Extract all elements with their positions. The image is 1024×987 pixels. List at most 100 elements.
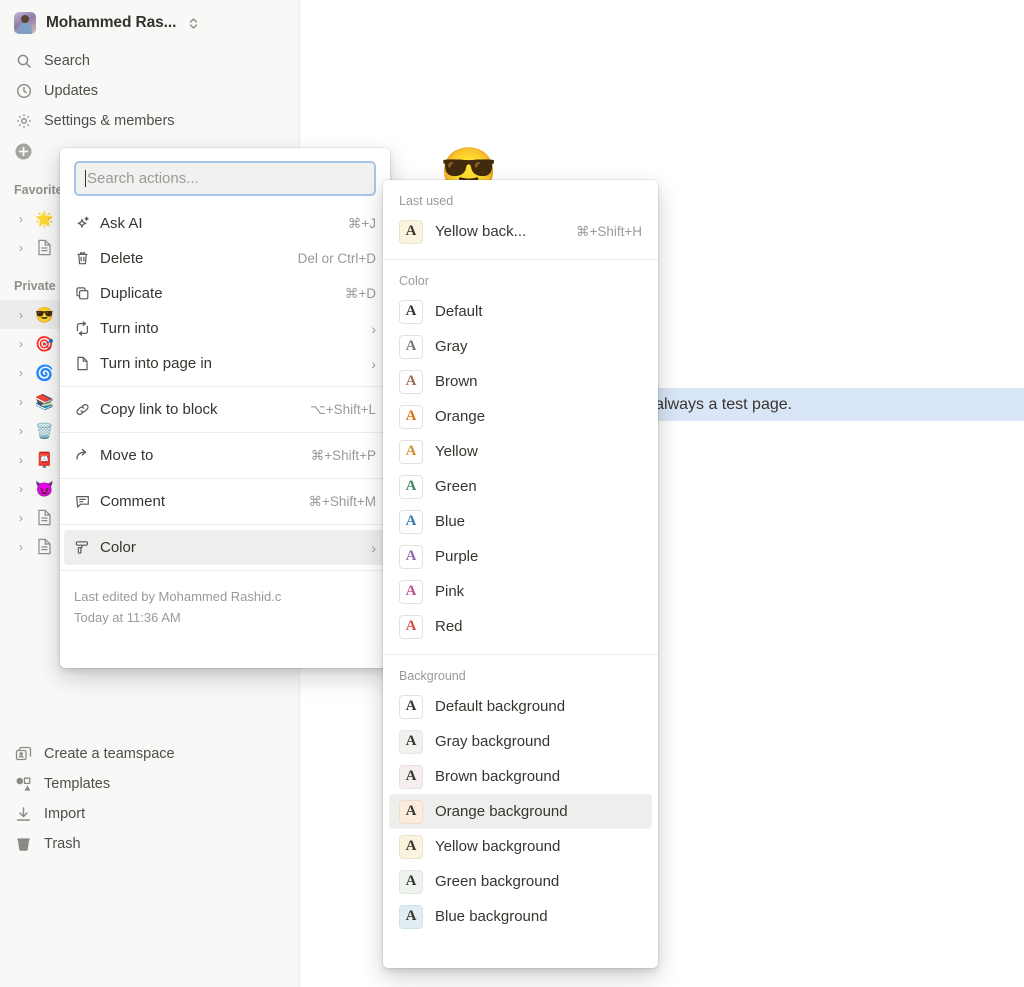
color-item-label: Default background — [435, 698, 566, 715]
chevron-right-icon: › — [371, 355, 376, 372]
chevron-updown-icon[interactable] — [188, 17, 199, 30]
color-item-orange[interactable]: A Orange — [389, 399, 652, 434]
color-swatch: A — [399, 764, 423, 789]
color-item-gray-background[interactable]: A Gray background — [389, 724, 652, 759]
sidebar-item-label: Updates — [44, 83, 99, 99]
color-swatch: A — [399, 904, 423, 929]
avatar — [14, 12, 36, 34]
sparkle-icon — [74, 215, 100, 232]
document-icon — [35, 538, 54, 555]
color-item-label: Green — [435, 478, 477, 495]
menu-item-move-to[interactable]: Move to ⌘+Shift+P — [64, 438, 386, 473]
color-item-yellow-background-last-used[interactable]: A Yellow back... ⌘+Shift+H — [389, 214, 652, 249]
block-metadata: Last edited by Mohammed Rashid.c Today a… — [60, 576, 390, 640]
chevron-right-icon[interactable]: › — [14, 241, 28, 255]
color-item-label: Purple — [435, 548, 479, 565]
sidebar-item-label: Create a teamspace — [44, 746, 175, 762]
menu-item-color[interactable]: Color › — [64, 530, 386, 565]
menu-item-label: Move to — [100, 447, 154, 464]
color-item-brown-background[interactable]: A Brown background — [389, 759, 652, 794]
document-icon — [35, 509, 54, 526]
chevron-right-icon[interactable]: › — [14, 366, 28, 380]
sidebar-item-search[interactable]: Search — [0, 46, 299, 76]
color-item-orange-background[interactable]: A Orange background — [389, 794, 652, 829]
color-item-shortcut: ⌘+Shift+H — [575, 223, 642, 239]
comment-icon — [74, 493, 100, 510]
menu-item-comment[interactable]: Comment ⌘+Shift+M — [64, 484, 386, 519]
plus-circle-icon — [14, 142, 33, 161]
document-icon — [35, 239, 54, 256]
page-emoji: 🌀 — [35, 364, 54, 382]
menu-item-shortcut: ⌘+J — [347, 215, 376, 231]
menu-item-shortcut: ⌘+Shift+P — [310, 447, 376, 463]
color-item-brown[interactable]: A Brown — [389, 364, 652, 399]
sidebar-item-import[interactable]: Import — [0, 799, 300, 829]
chevron-right-icon[interactable]: › — [14, 511, 28, 525]
paragraph-text: ill always a test page. — [640, 395, 793, 413]
color-item-green-background[interactable]: A Green background — [389, 864, 652, 899]
link-icon — [74, 401, 100, 418]
menu-item-shortcut: Del or Ctrl+D — [297, 251, 376, 266]
color-swatch: A — [399, 544, 423, 569]
color-swatch: A — [399, 474, 423, 499]
page-emoji: 😎 — [35, 306, 54, 324]
chevron-right-icon[interactable]: › — [14, 424, 28, 438]
chevron-right-icon[interactable]: › — [14, 395, 28, 409]
text-caret — [85, 170, 86, 187]
trash-icon — [14, 835, 33, 854]
menu-item-ask-ai[interactable]: Ask AI ⌘+J — [64, 206, 386, 241]
sidebar-item-create-teamspace[interactable]: Create a teamspace — [0, 739, 300, 769]
workspace-name: Mohammed Ras... — [46, 14, 177, 31]
color-item-pink[interactable]: A Pink — [389, 574, 652, 609]
menu-item-delete[interactable]: Delete Del or Ctrl+D — [64, 241, 386, 276]
color-item-default-background[interactable]: A Default background — [389, 689, 652, 724]
page-emoji: 🌟 — [35, 210, 54, 228]
chevron-right-icon[interactable]: › — [14, 212, 28, 226]
color-swatch: A — [399, 729, 423, 754]
color-item-yellow[interactable]: A Yellow — [389, 434, 652, 469]
menu-item-turn-into[interactable]: Turn into › — [64, 311, 386, 346]
sidebar-item-updates[interactable]: Updates — [0, 76, 299, 106]
color-item-blue[interactable]: A Blue — [389, 504, 652, 539]
chevron-right-icon[interactable]: › — [14, 308, 28, 322]
chevron-right-icon[interactable]: › — [14, 482, 28, 496]
sidebar-item-label: Templates — [44, 776, 111, 792]
chevron-right-icon[interactable]: › — [14, 540, 28, 554]
menu-item-label: Comment — [100, 493, 166, 510]
sidebar-item-settings[interactable]: Settings & members — [0, 106, 299, 136]
teamspace-icon — [14, 745, 33, 764]
menu-item-copy-link-to-block[interactable]: Copy link to block ⌥+Shift+L — [64, 392, 386, 427]
sidebar-item-label: Search — [44, 53, 90, 69]
sidebar-item-trash[interactable]: Trash — [0, 829, 300, 859]
menu-item-label: Color — [100, 539, 136, 556]
sidebar-item-label: Trash — [44, 836, 81, 852]
color-item-purple[interactable]: A Purple — [389, 539, 652, 574]
color-item-label: Brown — [435, 373, 478, 390]
color-swatch: A — [399, 369, 423, 394]
clock-icon — [14, 82, 33, 101]
color-swatch: A — [399, 404, 423, 429]
sidebar-item-label: Import — [44, 806, 86, 822]
color-item-yellow-background[interactable]: A Yellow background — [389, 829, 652, 864]
color-item-red[interactable]: A Red — [389, 609, 652, 644]
menu-item-label: Turn into — [100, 320, 159, 337]
menu-item-turn-into-page-in[interactable]: Turn into page in › — [64, 346, 386, 381]
color-swatch: A — [399, 334, 423, 359]
menu-item-duplicate[interactable]: Duplicate ⌘+D — [64, 276, 386, 311]
color-item-green[interactable]: A Green — [389, 469, 652, 504]
duplicate-icon — [74, 285, 100, 302]
gear-icon — [14, 112, 33, 131]
color-item-default[interactable]: A Default — [389, 294, 652, 329]
chevron-right-icon[interactable]: › — [14, 337, 28, 351]
menu-item-label: Ask AI — [100, 215, 143, 232]
color-item-label: Gray background — [435, 733, 551, 750]
color-item-label: Green background — [435, 873, 560, 890]
sidebar-item-templates[interactable]: Templates — [0, 769, 300, 799]
workspace-switcher[interactable]: Mohammed Ras... — [0, 0, 299, 46]
color-item-gray[interactable]: A Gray — [389, 329, 652, 364]
chevron-right-icon[interactable]: › — [14, 453, 28, 467]
color-item-label: Gray — [435, 338, 468, 355]
sidebar-bottom-nav: Create a teamspace Templates Import Tras… — [0, 739, 300, 859]
color-item-blue-background[interactable]: A Blue background — [389, 899, 652, 934]
search-input[interactable]: Search actions... — [74, 161, 376, 196]
